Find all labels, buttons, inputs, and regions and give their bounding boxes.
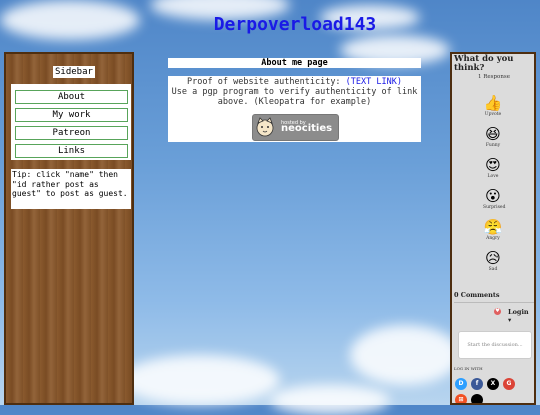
reaction-love[interactable]: 😍 Love bbox=[483, 156, 503, 179]
nav-box: About My work Patreon Links bbox=[11, 84, 131, 160]
facebook-icon[interactable]: f bbox=[471, 378, 483, 390]
pgp-instructions: Use a pgp program to verify authenticity… bbox=[171, 87, 418, 107]
login-with-label: LOG IN WITH bbox=[454, 366, 483, 371]
comment-count: 0 Comments bbox=[454, 291, 500, 299]
sidebar-heading: Sidebar bbox=[53, 66, 95, 78]
reaction-funny[interactable]: 😆 Funny bbox=[483, 125, 503, 148]
angry-face-icon: 😤 bbox=[483, 218, 503, 236]
tip-text: Tip: click "name" then "id rather post a… bbox=[11, 169, 131, 209]
google-icon[interactable]: G bbox=[503, 378, 515, 390]
nav-link-about[interactable]: About bbox=[15, 90, 128, 104]
nav-link-links[interactable]: Links bbox=[15, 144, 128, 158]
text-link[interactable]: (TEXT LINK) bbox=[346, 77, 402, 87]
login-button[interactable]: Login ▾ bbox=[508, 308, 534, 324]
microsoft-icon[interactable]: ⊞ bbox=[455, 394, 467, 403]
reaction-sad[interactable]: 😥 Sad bbox=[483, 249, 503, 272]
reaction-upvote[interactable]: 👍 Upvote bbox=[483, 94, 503, 117]
reaction-surprised[interactable]: 😮 Surprised bbox=[483, 187, 506, 210]
neocities-badge[interactable]: hosted by neocities bbox=[252, 114, 339, 141]
sad-face-icon: 😥 bbox=[485, 249, 501, 267]
cloud bbox=[270, 385, 390, 415]
reaction-label: Sad bbox=[488, 267, 498, 272]
comment-input[interactable]: Start the discussion... bbox=[458, 331, 532, 359]
reaction-label: Surprised bbox=[483, 205, 506, 210]
sidebar: Sidebar About My work Patreon Links Tip:… bbox=[4, 52, 134, 405]
reactions-title: What do you think? bbox=[454, 54, 514, 73]
thumbs-up-icon: 👍 bbox=[483, 94, 503, 112]
reaction-label: Upvote bbox=[484, 112, 502, 117]
apple-icon[interactable] bbox=[471, 394, 483, 403]
nav-link-patreon[interactable]: Patreon bbox=[15, 126, 128, 140]
x-icon[interactable]: X bbox=[487, 378, 499, 390]
reaction-label: Angry bbox=[486, 236, 500, 241]
reaction-angry[interactable]: 😤 Angry bbox=[483, 218, 503, 241]
comments-panel: What do you think? 1 Response 👍 Upvote 😆… bbox=[450, 52, 536, 405]
nav-link-my-work[interactable]: My work bbox=[15, 108, 128, 122]
site-title: Derpoverload143 bbox=[213, 14, 377, 35]
divider bbox=[454, 302, 534, 303]
surprised-face-icon: 😮 bbox=[485, 187, 501, 205]
reaction-label: Funny bbox=[485, 143, 501, 148]
authenticity-line: Proof of website authenticity: (TEXT LIN… bbox=[168, 77, 421, 87]
authenticity-label: Proof of website authenticity: bbox=[187, 77, 346, 87]
cloud bbox=[350, 325, 460, 385]
disqus-icon[interactable]: D bbox=[455, 378, 467, 390]
neocities-cat-icon bbox=[256, 117, 274, 137]
heart-icon[interactable]: ♥ bbox=[494, 308, 501, 315]
main-content: Proof of website authenticity: (TEXT LIN… bbox=[168, 76, 421, 142]
heart-eyes-icon: 😍 bbox=[485, 156, 501, 174]
badge-neocities: neocities bbox=[281, 123, 333, 134]
reaction-label: Love bbox=[487, 174, 499, 179]
cloud bbox=[120, 355, 280, 405]
laughing-face-icon: 😆 bbox=[485, 125, 501, 143]
page-title: About me page bbox=[168, 58, 421, 68]
response-count: 1 Response bbox=[478, 74, 510, 80]
